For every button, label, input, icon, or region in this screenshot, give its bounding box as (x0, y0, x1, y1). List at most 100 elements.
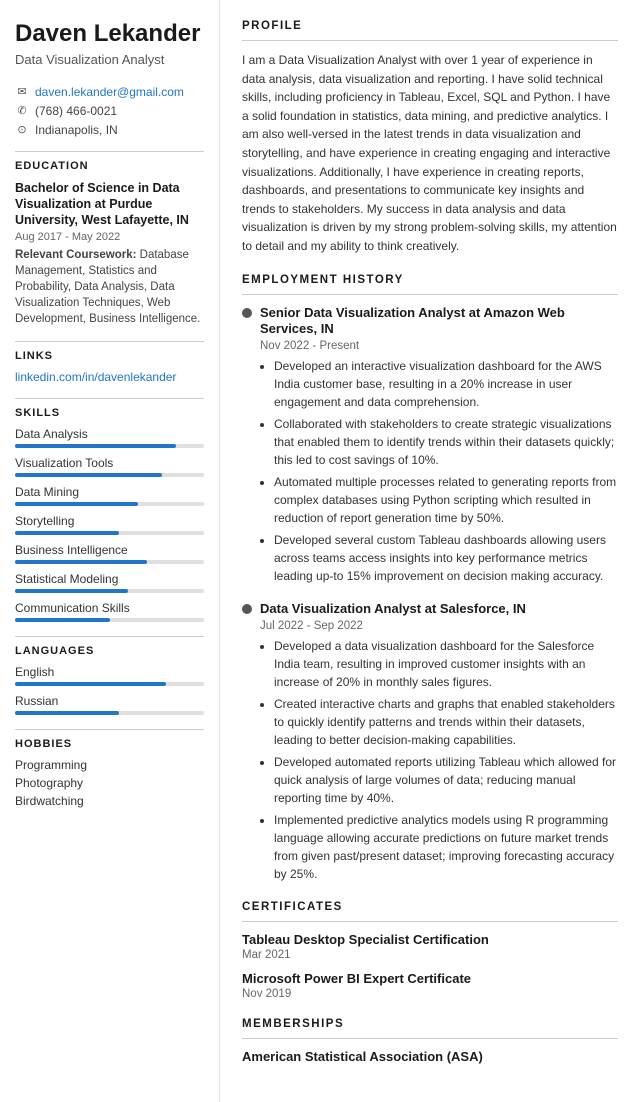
skill-bar-fill (15, 618, 110, 622)
employment-section: Employment History Senior Data Visualiza… (242, 274, 618, 884)
skill-label: Business Intelligence (15, 543, 204, 557)
job-title: Senior Data Visualization Analyst at Ama… (260, 305, 618, 339)
skill-bar-bg (15, 502, 204, 506)
certificates-section: Certificates Tableau Desktop Specialist … (242, 901, 618, 1000)
skill-bar-fill (15, 473, 162, 477)
skill-item: Storytelling (15, 514, 204, 535)
skill-bar-fill (15, 502, 138, 506)
links-divider (15, 341, 204, 342)
job-date: Nov 2022 - Present (260, 340, 618, 352)
skill-bar-bg (15, 589, 204, 593)
skills-section-title: Skills (15, 407, 204, 419)
membership-item: American Statistical Association (ASA) (242, 1049, 618, 1064)
memberships-divider (242, 1038, 618, 1039)
job-date: Jul 2022 - Sep 2022 (260, 620, 618, 632)
job-header: Data Visualization Analyst at Salesforce… (242, 601, 618, 618)
job-bullet: Developed a data visualization dashboard… (274, 637, 618, 691)
job-bullet: Collaborated with stakeholders to create… (274, 415, 618, 469)
jobs-list: Senior Data Visualization Analyst at Ama… (242, 305, 618, 884)
links-section-title: Links (15, 350, 204, 362)
cert-name: Microsoft Power BI Expert Certificate (242, 971, 618, 986)
education-degree: Bachelor of Science in Data Visualizatio… (15, 180, 204, 229)
job-bullet: Created interactive charts and graphs th… (274, 695, 618, 749)
languages-divider (15, 636, 204, 637)
cert-date: Mar 2021 (242, 949, 618, 961)
job-bullet: Developed several custom Tableau dashboa… (274, 531, 618, 585)
language-bar-fill (15, 682, 166, 686)
email-contact: ✉ daven.lekander@gmail.com (15, 85, 204, 99)
job-bullet: Developed automated reports utilizing Ta… (274, 753, 618, 807)
language-item: English (15, 665, 204, 686)
hobby-item: Programming (15, 758, 204, 772)
location-contact: ⊙ Indianapolis, IN (15, 123, 204, 137)
skill-bar-fill (15, 560, 147, 564)
hobbies-section-title: Hobbies (15, 738, 204, 750)
job-bullets: Developed a data visualization dashboard… (260, 637, 618, 883)
candidate-title: Data Visualization Analyst (15, 52, 204, 67)
skill-label: Storytelling (15, 514, 204, 528)
skill-item: Data Analysis (15, 427, 204, 448)
skill-label: Data Mining (15, 485, 204, 499)
skills-list: Data Analysis Visualization Tools Data M… (15, 427, 204, 622)
language-bar-bg (15, 682, 204, 686)
profile-section-title: Profile (242, 20, 618, 32)
sidebar: Daven Lekander Data Visualization Analys… (0, 0, 220, 1102)
phone-contact: ✆ (768) 466-0021 (15, 104, 204, 118)
education-dates: Aug 2017 - May 2022 (15, 231, 204, 243)
job-bullet: Automated multiple processes related to … (274, 473, 618, 527)
skill-bar-fill (15, 589, 128, 593)
candidate-name: Daven Lekander (15, 20, 204, 49)
hobby-item: Birdwatching (15, 794, 204, 808)
resume-page: Daven Lekander Data Visualization Analys… (0, 0, 640, 1102)
skill-label: Communication Skills (15, 601, 204, 615)
job-bullet: Implemented predictive analytics models … (274, 811, 618, 883)
skill-bar-bg (15, 444, 204, 448)
cert-entry: Microsoft Power BI Expert Certificate No… (242, 971, 618, 1000)
profile-text: I am a Data Visualization Analyst with o… (242, 51, 618, 256)
location-icon: ⊙ (15, 123, 29, 137)
hobbies-divider (15, 729, 204, 730)
skill-bar-bg (15, 473, 204, 477)
employment-section-title: Employment History (242, 274, 618, 286)
languages-list: English Russian (15, 665, 204, 715)
skill-label: Visualization Tools (15, 456, 204, 470)
language-label: Russian (15, 694, 204, 708)
language-item: Russian (15, 694, 204, 715)
location-text: Indianapolis, IN (35, 123, 118, 137)
skill-item: Visualization Tools (15, 456, 204, 477)
job-bullets: Developed an interactive visualization d… (260, 357, 618, 585)
job-header: Senior Data Visualization Analyst at Ama… (242, 305, 618, 339)
certificates-section-title: Certificates (242, 901, 618, 913)
coursework-label: Relevant Coursework: (15, 249, 136, 261)
certs-list: Tableau Desktop Specialist Certification… (242, 932, 618, 1000)
skill-bar-bg (15, 618, 204, 622)
hobby-item: Photography (15, 776, 204, 790)
education-section-title: Education (15, 160, 204, 172)
skill-label: Data Analysis (15, 427, 204, 441)
memberships-list: American Statistical Association (ASA) (242, 1049, 618, 1064)
job-entry: Data Visualization Analyst at Salesforce… (242, 601, 618, 883)
skill-label: Statistical Modeling (15, 572, 204, 586)
email-link[interactable]: daven.lekander@gmail.com (35, 85, 184, 99)
linkedin-link[interactable]: linkedin.com/in/davenlekander (15, 370, 204, 384)
skill-bar-fill (15, 444, 176, 448)
language-bar-fill (15, 711, 119, 715)
education-coursework: Relevant Coursework: Database Management… (15, 247, 204, 327)
skill-item: Data Mining (15, 485, 204, 506)
profile-section: Profile I am a Data Visualization Analys… (242, 20, 618, 256)
skill-item: Statistical Modeling (15, 572, 204, 593)
skill-bar-fill (15, 531, 119, 535)
skill-bar-bg (15, 560, 204, 564)
memberships-section: Memberships American Statistical Associa… (242, 1018, 618, 1064)
cert-name: Tableau Desktop Specialist Certification (242, 932, 618, 947)
email-icon: ✉ (15, 85, 29, 99)
cert-date: Nov 2019 (242, 988, 618, 1000)
skill-bar-bg (15, 531, 204, 535)
skills-divider (15, 398, 204, 399)
language-label: English (15, 665, 204, 679)
phone-text: (768) 466-0021 (35, 104, 117, 118)
memberships-section-title: Memberships (242, 1018, 618, 1030)
job-title: Data Visualization Analyst at Salesforce… (260, 601, 526, 618)
main-content: Profile I am a Data Visualization Analys… (220, 0, 640, 1102)
languages-section-title: Languages (15, 645, 204, 657)
